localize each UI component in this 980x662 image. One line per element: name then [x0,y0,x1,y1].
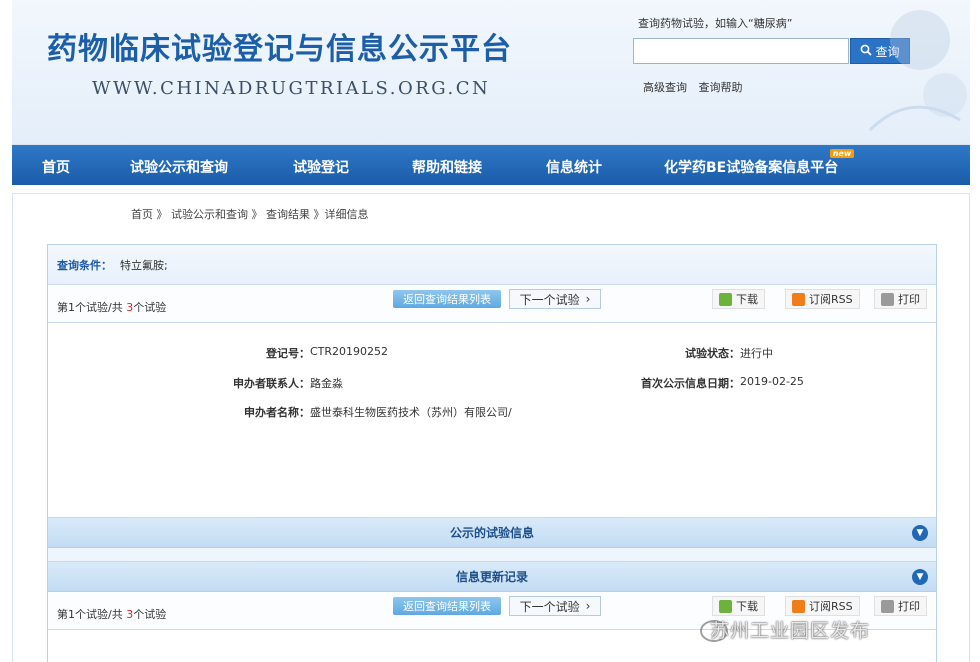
reg-no-value: CTR20190252 [310,345,389,358]
next-trial-label: 下一个试验 [519,599,580,614]
result-count-suffix: 个试验 [133,301,167,314]
published-info-title: 公示的试验信息 [449,526,534,540]
nav-be-platform-label: 化学药BE试验备案信息平台 [664,160,839,176]
next-trial-button[interactable]: 下一个试验 › [509,596,601,616]
chevron-right-icon: › [585,292,591,306]
result-count-bottom: 第1个试验/共 3个试验 [57,606,166,622]
back-to-list-button[interactable]: 返回查询结果列表 [393,597,501,615]
rss-icon [792,292,805,306]
query-condition-value: 特立氟胺; [120,258,168,272]
contact-value: 路金淼 [310,377,343,390]
header-decoration [868,10,967,132]
download-button[interactable]: 下载 [712,289,765,309]
expand-icon[interactable]: ▼ [912,525,928,541]
download-icon [719,292,732,306]
reg-no-label: 登记号： [266,347,310,360]
nav-statistics[interactable]: 信息统计 [546,157,602,177]
section-spacer [48,548,936,562]
search-links: 高级查询 查询帮助 [643,79,751,95]
breadcrumb[interactable]: 首页 》 试验公示和查询 》 查询结果 》详细信息 [131,206,368,222]
back-to-list-button[interactable]: 返回查询结果列表 [393,290,501,308]
printer-icon [881,292,894,306]
nav-trial-query[interactable]: 试验公示和查询 [130,157,228,177]
rss-button[interactable]: 订阅RSS [785,289,860,309]
nav-trial-registration[interactable]: 试验登记 [293,157,349,177]
nav-home[interactable]: 首页 [42,157,70,177]
sponsor-label: 申办者名称： [244,406,310,419]
main-nav: 首页 试验公示和查询 试验登记 帮助和链接 信息统计 化学药BE试验备案信息平台… [12,145,970,185]
watermark: 苏州工业园区发布 [710,620,871,642]
query-condition-row: 查询条件： 特立氟胺; [48,245,936,285]
search-help-link[interactable]: 查询帮助 [699,81,743,94]
download-label: 下载 [736,293,758,306]
first-pub-date-value: 2019-02-25 [740,375,804,388]
published-info-section[interactable]: 公示的试验信息 ▼ [48,518,936,548]
trial-detail-panel: 查询条件： 特立氟胺; 第1个试验/共 3个试验 返回查询结果列表 下一个试验 … [47,244,937,662]
status-label: 试验状态： [685,347,740,360]
result-count: 第1个试验/共 3个试验 [57,299,166,315]
download-button[interactable]: 下载 [712,596,765,616]
search-input[interactable] [633,38,849,64]
site-url: WWW.CHINADRUGTRIALS.ORG.CN [92,78,491,99]
toolbar-top: 第1个试验/共 3个试验 返回查询结果列表 下一个试验 › 下载 订阅RSS 打… [48,285,936,323]
rss-label: 订阅RSS [809,600,853,613]
download-icon [719,599,732,613]
result-count-prefix: 第1个试验/共 [57,301,127,314]
contact-label: 申办者联系人： [233,377,310,390]
result-count-prefix: 第1个试验/共 [57,608,127,621]
new-badge: new [829,149,855,158]
printer-icon [881,599,894,613]
rss-button[interactable]: 订阅RSS [785,596,860,616]
query-condition-label: 查询条件： [57,258,112,272]
chevron-right-icon: › [585,599,591,613]
rss-label: 订阅RSS [809,293,853,306]
download-label: 下载 [736,600,758,613]
trial-summary: 登记号： CTR20190252 试验状态： 进行中 申办者联系人： 路金淼 首… [48,323,936,518]
nav-help-links[interactable]: 帮助和链接 [412,157,482,177]
advanced-search-link[interactable]: 高级查询 [643,81,687,94]
rss-icon [792,599,805,613]
update-log-section[interactable]: 信息更新记录 ▼ [48,562,936,592]
result-count-suffix: 个试验 [133,608,167,621]
expand-icon[interactable]: ▼ [912,569,928,585]
site-header: 药物临床试验登记与信息公示平台 WWW.CHINADRUGTRIALS.ORG.… [12,0,970,145]
print-label: 打印 [898,600,920,613]
print-label: 打印 [898,293,920,306]
first-pub-date-label: 首次公示信息日期： [641,377,740,390]
site-title[interactable]: 药物临床试验登记与信息公示平台 [47,24,512,68]
next-trial-label: 下一个试验 [519,292,580,307]
nav-be-platform[interactable]: 化学药BE试验备案信息平台 new [664,149,855,177]
status-value: 进行中 [740,347,773,360]
search-hint: 查询药物试验，如输入“糖尿病” [638,17,793,30]
next-trial-button[interactable]: 下一个试验 › [509,289,601,309]
update-log-title: 信息更新记录 [455,570,528,584]
sponsor-value: 盛世泰科生物医药技术（苏州）有限公司/ [310,406,512,419]
print-button[interactable]: 打印 [874,289,927,309]
content-area: 首页 》 试验公示和查询 》 查询结果 》详细信息 查询条件： 特立氟胺; 第1… [12,193,970,662]
print-button[interactable]: 打印 [874,596,927,616]
